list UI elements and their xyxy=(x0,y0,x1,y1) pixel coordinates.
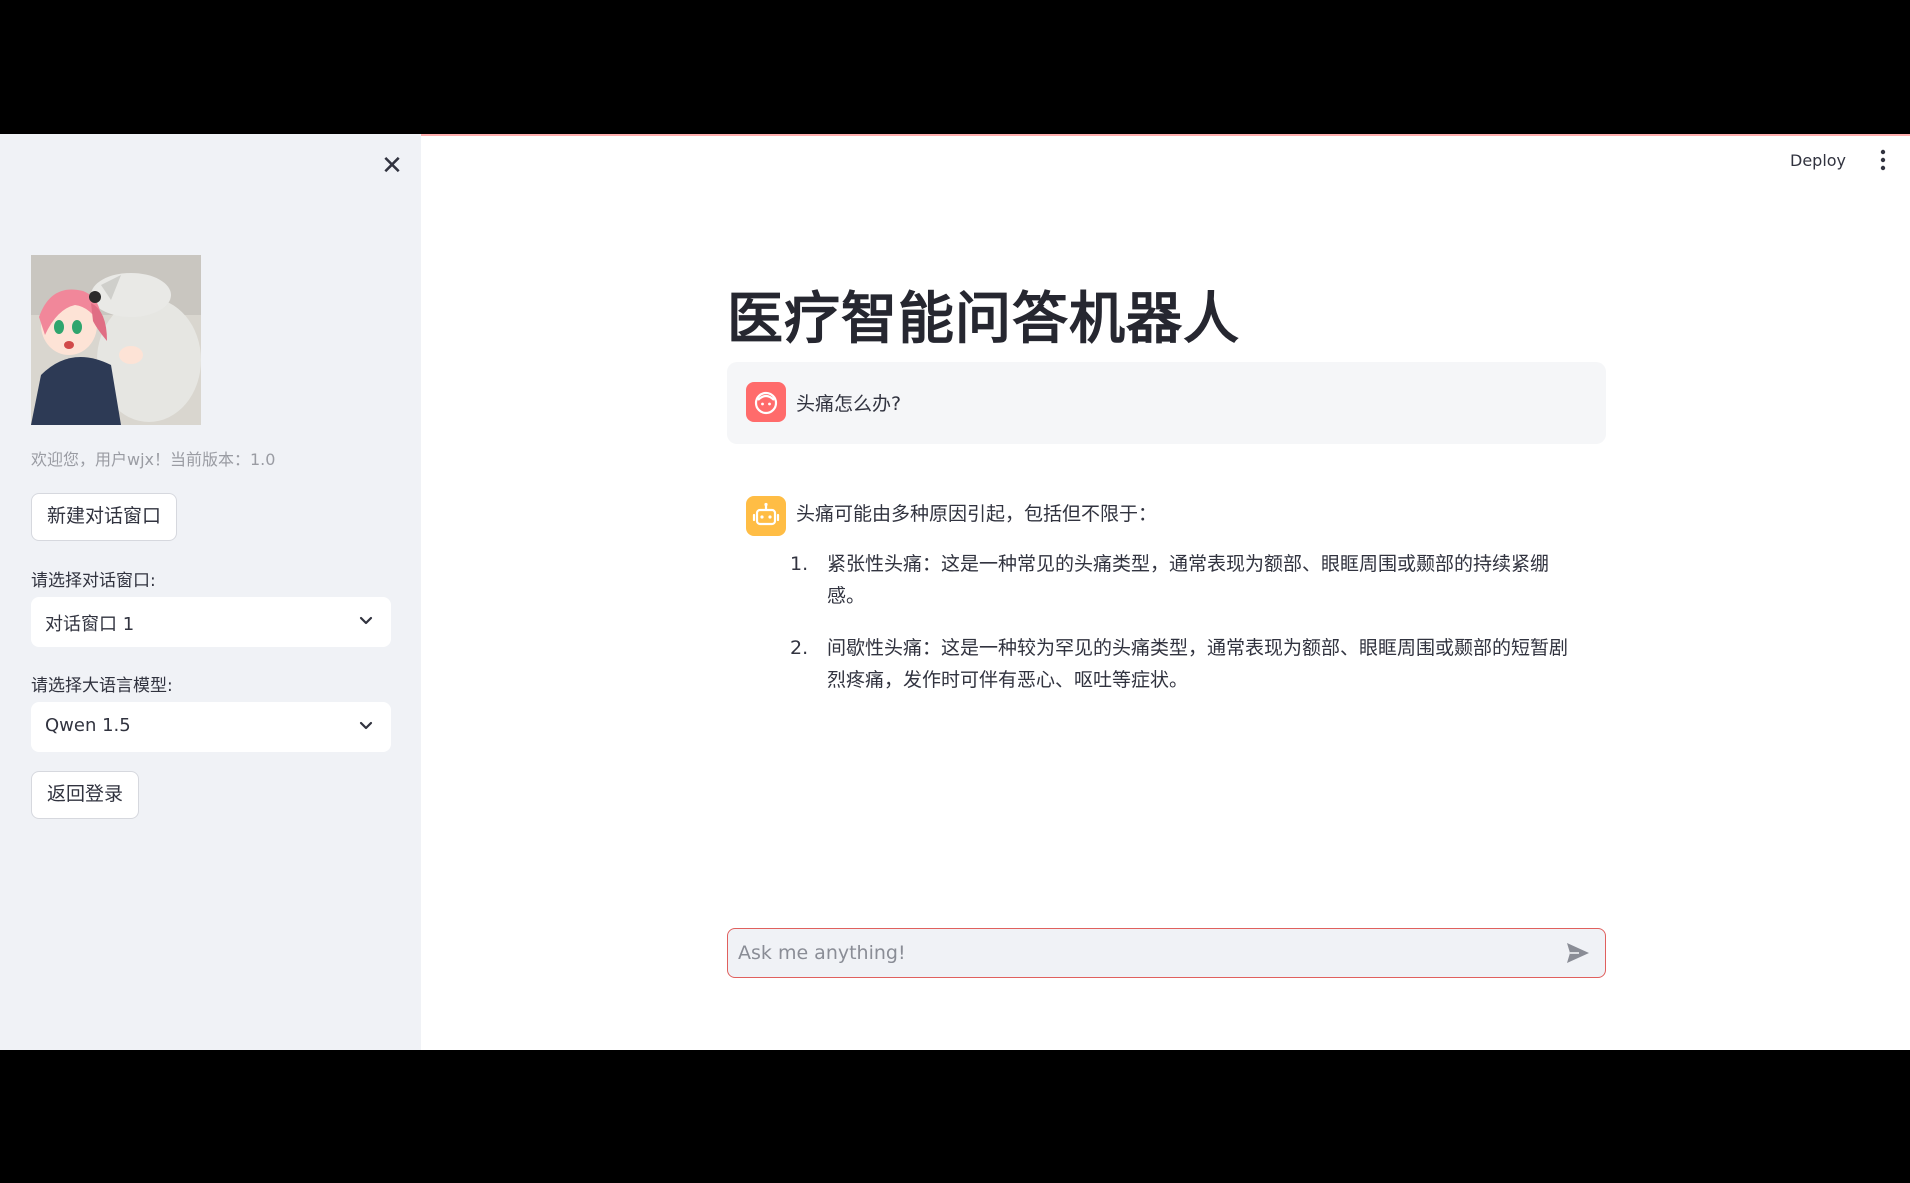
robot-avatar-icon xyxy=(746,496,786,536)
list-item: 1. 紧张性头痛：这是一种常见的头痛类型，通常表现为额部、眼眶周围或颞部的持续紧… xyxy=(790,548,1570,612)
assistant-message: 头痛可能由多种原因引起，包括但不限于： 1. 紧张性头痛：这是一种常见的头痛类型… xyxy=(727,494,1606,854)
streamlit-app: ✕ 欢迎您，用户wjx！当前版本：1.0 新建对话窗口 请选择对话窗口: 对话窗… xyxy=(0,134,1910,1050)
close-icon[interactable]: ✕ xyxy=(378,152,406,180)
page-title: 医疗智能问答机器人 xyxy=(727,287,1240,352)
list-item-text: 紧张性头痛：这是一种常见的头痛类型，通常表现为额部、眼眶周围或颞部的持续紧绷感。 xyxy=(827,553,1550,607)
welcome-text: 欢迎您，用户wjx！当前版本：1.0 xyxy=(31,450,276,469)
letterbox-bottom xyxy=(0,1050,1910,1183)
letterbox-top xyxy=(0,0,1910,134)
list-item-text: 间歇性头痛：这是一种较为罕见的头痛类型，通常表现为额部、眼眶周围或颞部的短暂剧烈… xyxy=(827,637,1569,691)
model-selected-value: Qwen 1.5 xyxy=(45,715,131,736)
assistant-intro-text: 头痛可能由多种原因引起，包括但不限于： xyxy=(796,503,1158,525)
list-item-number: 2. xyxy=(790,637,809,659)
assistant-list: 1. 紧张性头痛：这是一种常见的头痛类型，通常表现为额部、眼眶周围或颞部的持续紧… xyxy=(790,548,1570,716)
chat-window-selected-value: 对话窗口 1 xyxy=(45,614,135,635)
sidebar: ✕ 欢迎您，用户wjx！当前版本：1.0 新建对话窗口 请选择对话窗口: 对话窗… xyxy=(0,134,421,1050)
anime-avatar-image xyxy=(31,255,201,425)
deploy-button[interactable]: Deploy xyxy=(1790,151,1846,170)
user-message-text: 头痛怎么办? xyxy=(796,393,902,415)
model-select[interactable]: Qwen 1.5 xyxy=(31,702,391,752)
chat-window-label: 请选择对话窗口: xyxy=(31,571,156,591)
user-message: 头痛怎么办? xyxy=(727,362,1606,444)
chat-input[interactable] xyxy=(738,937,1538,969)
new-chat-button[interactable]: 新建对话窗口 xyxy=(31,493,178,541)
list-item: 2. 间歇性头痛：这是一种较为罕见的头痛类型，通常表现为额部、眼眶周围或颞部的短… xyxy=(790,632,1570,696)
model-label: 请选择大语言模型: xyxy=(31,676,173,696)
list-item-number: 1. xyxy=(790,553,809,575)
send-icon[interactable] xyxy=(1565,941,1591,965)
user-avatar-icon xyxy=(746,382,786,422)
avatar xyxy=(31,255,201,425)
chevron-down-icon xyxy=(359,721,373,730)
chat-input-box xyxy=(727,928,1606,978)
back-to-login-button[interactable]: 返回登录 xyxy=(31,771,140,819)
chat-window-select[interactable]: 对话窗口 1 xyxy=(31,597,391,647)
chevron-down-icon xyxy=(359,616,373,625)
more-vertical-icon[interactable] xyxy=(1876,148,1890,172)
